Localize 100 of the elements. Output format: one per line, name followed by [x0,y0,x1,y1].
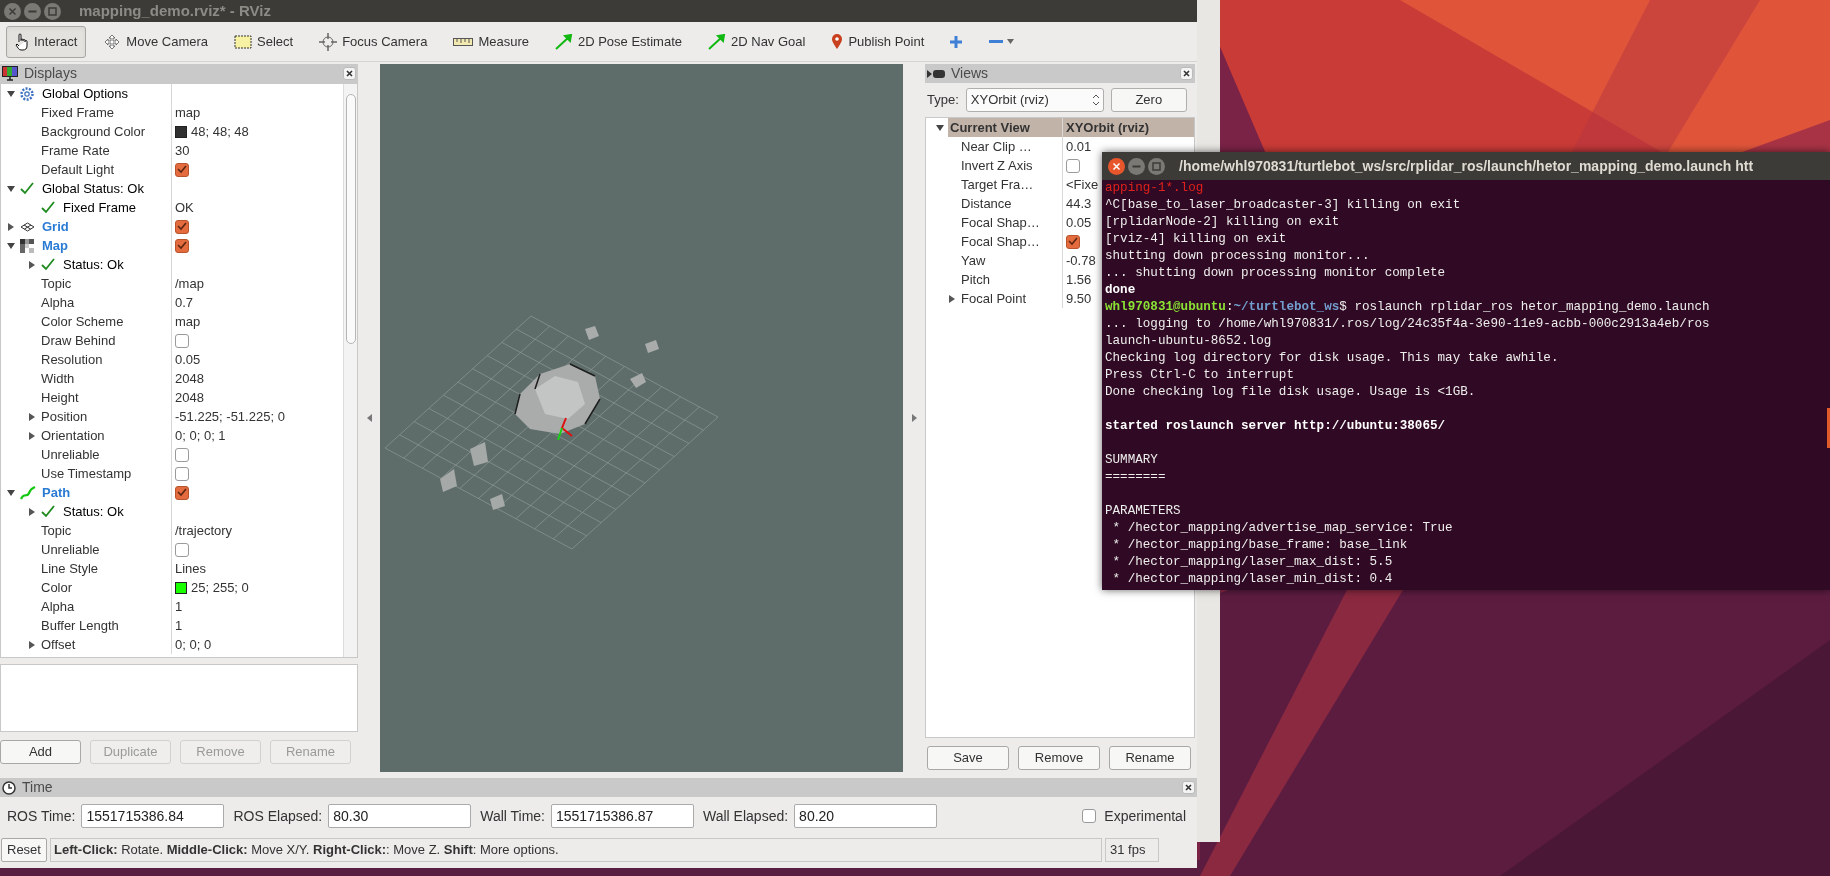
checkbox[interactable] [175,542,189,557]
property-value[interactable]: 1 [175,615,183,636]
panel-button[interactable]: Rename [1109,746,1191,770]
panel-button[interactable]: Save [927,746,1009,770]
property-label[interactable]: Alpha [41,292,75,313]
property-value[interactable]: 30 [175,140,190,161]
collapsed-arrow-icon[interactable] [7,222,15,231]
property-label[interactable]: Position [41,406,88,427]
property-label[interactable]: Buffer Length [41,615,119,636]
color-swatch[interactable] [175,581,187,594]
property-value[interactable]: -0.78 [1066,250,1096,271]
collapsed-arrow-icon[interactable] [28,507,36,516]
expanded-arrow-icon[interactable] [7,184,15,193]
property-label[interactable]: Fixed Frame [41,102,114,123]
maximize-button[interactable] [44,2,61,20]
reset-button[interactable]: Reset [1,838,47,862]
property-label[interactable]: Unreliable [41,539,100,560]
property-value[interactable]: <Fixe [1066,174,1099,195]
property-label[interactable]: Target Fra… [961,174,1034,195]
experimental-label[interactable]: Experimental [1104,805,1186,827]
property-value[interactable]: 9.50 [1066,288,1092,309]
collapsed-arrow-icon[interactable] [28,431,36,440]
display-name[interactable]: Map [42,235,68,256]
expanded-arrow-icon[interactable] [936,123,944,132]
property-value[interactable]: 1.56 [1066,269,1092,290]
maximize-button[interactable] [1148,157,1165,175]
checkbox[interactable] [175,238,189,253]
add-icon[interactable] [949,34,964,49]
time-field[interactable]: 1551715386.84 [81,804,225,828]
scrollbar[interactable] [343,84,357,657]
property-label[interactable]: Height [41,387,79,408]
checkbox[interactable] [1082,809,1097,823]
checkbox[interactable] [175,485,189,500]
close-button[interactable] [1108,157,1125,175]
property-value[interactable]: /map [175,273,204,294]
property-label[interactable]: Yaw [961,250,986,271]
property-label[interactable]: Focal Shap… [961,231,1040,252]
property-value[interactable]: 0.05 [175,349,201,370]
checkbox[interactable] [175,447,189,462]
collapsed-arrow-icon[interactable] [28,260,36,269]
tool-button[interactable]: Measure [444,25,538,58]
property-value[interactable]: 0; 0; 0 [175,634,212,655]
checkbox[interactable] [1066,234,1080,249]
property-label[interactable]: Default Light [41,159,114,180]
tool-button[interactable]: Move Camera [94,25,217,58]
property-label[interactable]: Color [41,577,73,598]
time-field[interactable]: 80.20 [794,804,938,828]
status-label[interactable]: Status: Ok [63,501,124,522]
time-field[interactable]: 1551715386.87 [551,804,694,828]
tool-button[interactable]: 2D Pose Estimate [545,25,691,58]
panel-button[interactable]: Add [0,740,81,764]
property-label[interactable]: Frame Rate [41,140,110,161]
close-icon[interactable] [1180,67,1193,80]
property-value[interactable]: 2048 [175,368,204,389]
property-value[interactable]: -51.225; -51.225; 0 [175,406,285,427]
property-value[interactable]: 48; 48; 48 [191,121,249,142]
close-icon[interactable] [343,67,356,80]
property-value[interactable]: 0; 0; 0; 1 [175,425,226,446]
property-label[interactable]: Near Clip … [961,136,1032,157]
property-value[interactable]: 0.01 [1066,136,1092,157]
display-name[interactable]: Path [42,482,71,503]
display-name[interactable]: Grid [42,216,69,237]
property-label[interactable]: Pitch [961,269,990,290]
status-label[interactable]: Fixed Frame [63,197,136,218]
property-label[interactable]: Topic [41,273,72,294]
expanded-arrow-icon[interactable] [7,241,15,250]
property-value[interactable]: map [175,311,201,332]
status-label[interactable]: Status: Ok [63,254,124,275]
panel-button[interactable]: Remove [1018,746,1100,770]
property-label[interactable]: Resolution [41,349,103,370]
zero-button[interactable]: Zero [1110,88,1187,112]
property-label[interactable]: Line Style [41,558,99,579]
property-label[interactable]: Use Timestamp [41,463,132,484]
expanded-arrow-icon[interactable] [7,488,15,497]
property-value[interactable]: 25; 255; 0 [191,577,249,598]
scroll-thumb[interactable] [1827,408,1830,448]
tool-button[interactable]: Select [225,25,303,58]
collapsed-arrow-icon[interactable] [28,412,36,421]
property-label[interactable]: Orientation [41,425,105,446]
tool-button[interactable]: Focus Camera [310,25,437,58]
property-label[interactable]: Invert Z Axis [961,155,1033,176]
collapse-left-icon[interactable] [366,414,372,422]
close-icon[interactable] [1182,781,1195,794]
property-value[interactable]: 0.05 [1066,212,1092,233]
property-label[interactable]: Focal Shap… [961,212,1040,233]
property-value[interactable]: /trajectory [175,520,233,541]
property-value[interactable]: OK [175,197,194,218]
checkbox[interactable] [175,219,189,234]
tool-button[interactable]: 2D Nav Goal [699,25,815,58]
property-label[interactable]: Offset [41,634,76,655]
collapsed-arrow-icon[interactable] [28,640,36,649]
property-label[interactable]: Global Options [42,84,128,104]
tool-button[interactable]: Publish Point [822,25,934,58]
property-label[interactable]: Color Scheme [41,311,124,332]
view-type-select[interactable]: XYOrbit (rviz) [965,88,1104,112]
property-value[interactable]: 1 [175,596,183,617]
checkbox[interactable] [175,466,189,481]
checkbox[interactable] [175,333,189,348]
property-label[interactable]: Distance [961,193,1012,214]
property-label[interactable]: Draw Behind [41,330,116,351]
